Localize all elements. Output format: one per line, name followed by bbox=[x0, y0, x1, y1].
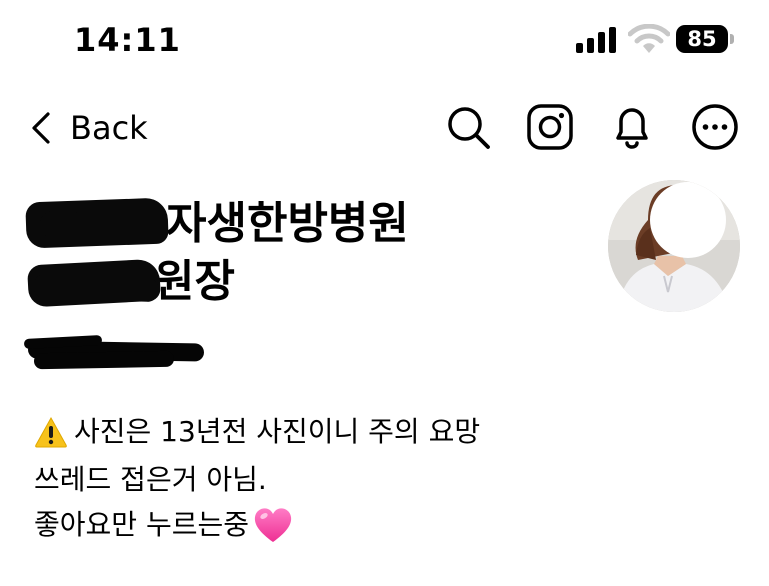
bio-text-1: 사진은 13년전 사진이니 주의 요망 bbox=[74, 415, 481, 448]
back-label: Back bbox=[70, 109, 148, 147]
pink-heart-icon bbox=[254, 508, 292, 542]
bio-line-2: 쓰레드 접은거 아님. bbox=[34, 460, 267, 500]
back-button[interactable]: Back bbox=[30, 104, 148, 152]
search-icon[interactable] bbox=[444, 103, 492, 151]
wifi-icon bbox=[628, 24, 670, 53]
status-time: 14:11 bbox=[74, 21, 181, 59]
profile-name-text-2: 원장 bbox=[154, 256, 235, 307]
signal-icon bbox=[576, 27, 616, 53]
battery-icon: 85 bbox=[676, 25, 736, 55]
name-redaction-2b bbox=[33, 273, 159, 303]
battery-level: 85 bbox=[676, 25, 728, 53]
profile-avatar[interactable] bbox=[608, 180, 740, 312]
warning-icon bbox=[35, 416, 67, 448]
chevron-left-icon bbox=[32, 112, 50, 144]
bio-line-1: 사진은 13년전 사진이니 주의 요망 bbox=[34, 412, 480, 452]
bio-line-3: 좋아요만 누르는중 bbox=[34, 505, 293, 545]
instagram-icon[interactable] bbox=[526, 103, 574, 151]
bio-text-3: 좋아요만 누르는중 bbox=[34, 508, 249, 541]
handle-redaction-b bbox=[33, 350, 175, 370]
profile-name-text-1: 자생한방병원 bbox=[166, 198, 409, 249]
avatar-photo bbox=[608, 180, 740, 312]
bio-text-2: 쓰레드 접은거 아님. bbox=[34, 463, 267, 496]
bell-icon[interactable] bbox=[608, 103, 656, 151]
more-icon[interactable] bbox=[691, 103, 739, 151]
